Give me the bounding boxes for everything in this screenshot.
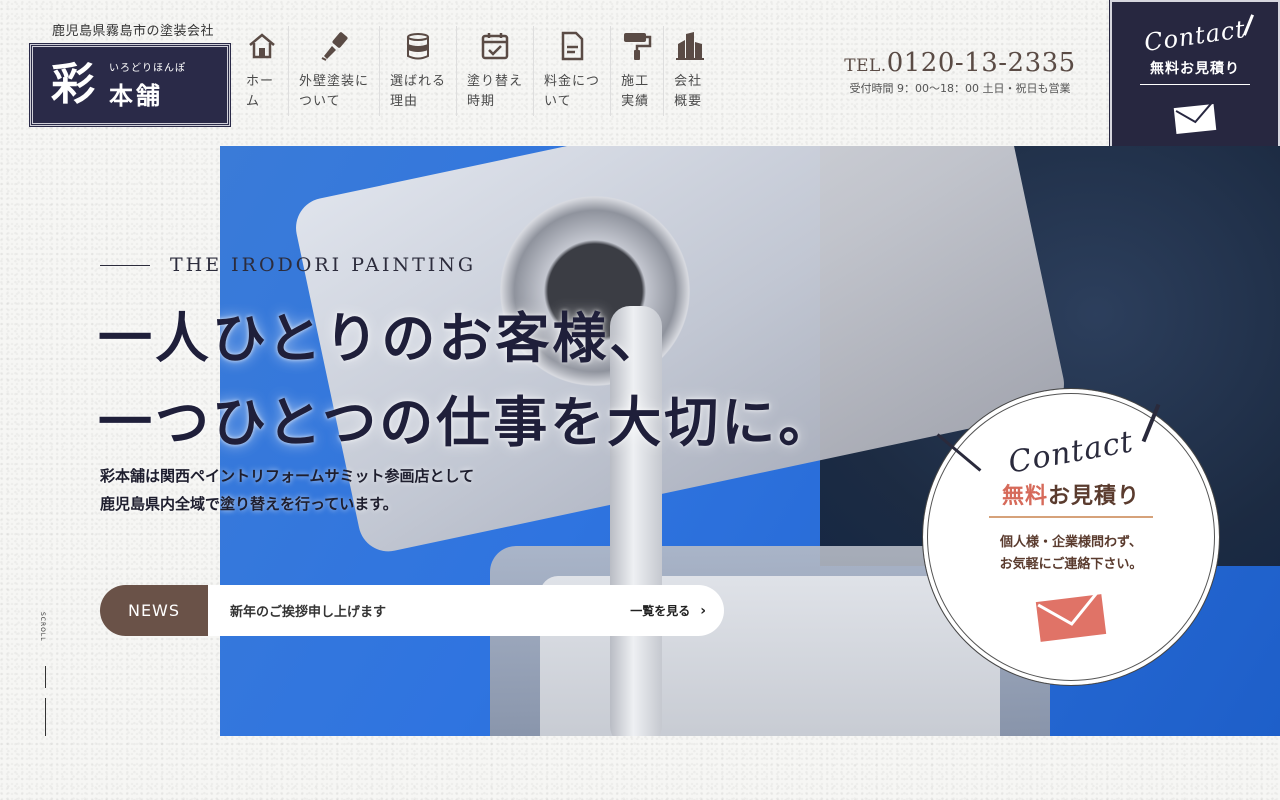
nav-item-exterior-painting[interactable]: 外壁塗装に ついて (289, 26, 381, 116)
news-tag: NEWS (100, 585, 208, 636)
circle-sub-line-2: お気軽にご連絡下さい。 (999, 557, 1143, 572)
phone-digits: 0120-13-2335 (886, 48, 1076, 78)
nav-item-reasons[interactable]: 選ばれる 理由 (380, 26, 458, 116)
chevron-right-icon: › (700, 602, 706, 619)
circle-subtext: 個人様・企業様問わず、 お気軽にご連絡下さい。 (923, 532, 1219, 576)
news-body: 新年のご挨拶申し上げます 一覧を見る › (208, 585, 724, 636)
nav-label-works: 施工 実績 (621, 74, 650, 109)
lead-line-2: 鹿児島県内全域で塗り替えを行っています。 (100, 495, 398, 513)
nav-item-pricing[interactable]: 料金につ いて (534, 26, 612, 116)
mail-icon (923, 589, 1219, 648)
circle-contact-button[interactable]: Contact 無料お見積り 個人様・企業様問わず、 お気軽にご連絡下さい。 (922, 388, 1220, 686)
phone-prefix: TEL. (844, 56, 887, 76)
paint-can-icon (390, 26, 446, 66)
home-icon (246, 26, 278, 66)
mail-icon (1112, 102, 1278, 139)
scroll-indicator-line-lower (45, 698, 46, 736)
scroll-indicator-line (45, 666, 46, 688)
hero-headline: 一人ひとりのお客様、 一つひとつの仕事を大切に。 (98, 296, 835, 464)
nav-label-reasons: 選ばれる 理由 (390, 74, 447, 109)
nav-item-repaint-timing[interactable]: 塗り替え 時期 (457, 26, 535, 116)
main-nav: ホー ム 外壁塗装に ついて 選ばれる 理由 塗り替え 時期 料金につ いて 施… (236, 26, 716, 118)
contact-script-text: Contact (1142, 15, 1248, 57)
nav-label-repaint-timing: 塗り替え 時期 (467, 74, 524, 109)
lead-line-1: 彩本舗は関西ペイントリフォームサミット参画店として (100, 467, 475, 485)
phone-number[interactable]: TEL.0120-13-2335 (838, 48, 1082, 78)
circle-sub-line-1: 個人様・企業様問わず、 (999, 535, 1143, 550)
headline-line-2: 一つひとつの仕事を大切に。 (98, 390, 836, 454)
nav-item-works[interactable]: 施工 実績 (611, 26, 665, 116)
contact-label: 無料お見積り (1150, 61, 1240, 77)
building-icon (674, 26, 706, 66)
hero-eyebrow: THE IRODORI PAINTING (100, 254, 476, 276)
news-more-label: 一覧を見る (630, 604, 691, 618)
circle-title-estimate: お見積り (1048, 484, 1141, 509)
brand-tagline: 鹿児島県霧島市の塗装会社 (52, 24, 215, 39)
logo-kanji: 彩 (51, 59, 95, 110)
headline-line-1: 一人ひとりのお客様、 (98, 306, 667, 370)
nav-label-pricing: 料金につ いて (544, 74, 601, 109)
circle-underline (989, 516, 1153, 518)
news-title-link[interactable]: 新年のご挨拶申し上げます (230, 601, 386, 620)
nav-label-company: 会社 概要 (674, 74, 703, 109)
news-more-link[interactable]: 一覧を見る › (630, 602, 706, 619)
nav-label-exterior-painting: 外壁塗装に ついて (299, 74, 370, 109)
site-logo[interactable]: 彩 いろどりほんぽ 本舗 (29, 43, 231, 127)
nav-item-home[interactable]: ホー ム (236, 26, 289, 116)
phone-block[interactable]: TEL.0120-13-2335 受付時間 9：00〜18：00 土日・祝日も営… (838, 48, 1082, 96)
eyebrow-line (100, 264, 150, 266)
eyebrow-text: THE IRODORI PAINTING (170, 254, 477, 276)
hero-lead: 彩本舗は関西ペイントリフォームサミット参画店として 鹿児島県内全域で塗り替えを行… (100, 462, 474, 518)
calendar-check-icon (467, 26, 523, 66)
logo-kana: いろどりほんぽ (109, 63, 186, 74)
logo-name: 本舗 (109, 81, 163, 110)
scroll-label: SCROLL (39, 612, 46, 642)
business-hours: 受付時間 9：00〜18：00 土日・祝日も営業 (849, 82, 1071, 95)
paint-roller-icon (621, 26, 653, 66)
contact-underline (1140, 84, 1250, 85)
nav-label-home: ホー ム (246, 74, 275, 109)
news-bar: NEWS 新年のご挨拶申し上げます 一覧を見る › (100, 585, 724, 636)
nav-item-company[interactable]: 会社 概要 (664, 26, 716, 116)
document-icon (544, 26, 600, 66)
paint-brush-icon (299, 26, 369, 66)
circle-title-free: 無料 (1001, 484, 1048, 509)
